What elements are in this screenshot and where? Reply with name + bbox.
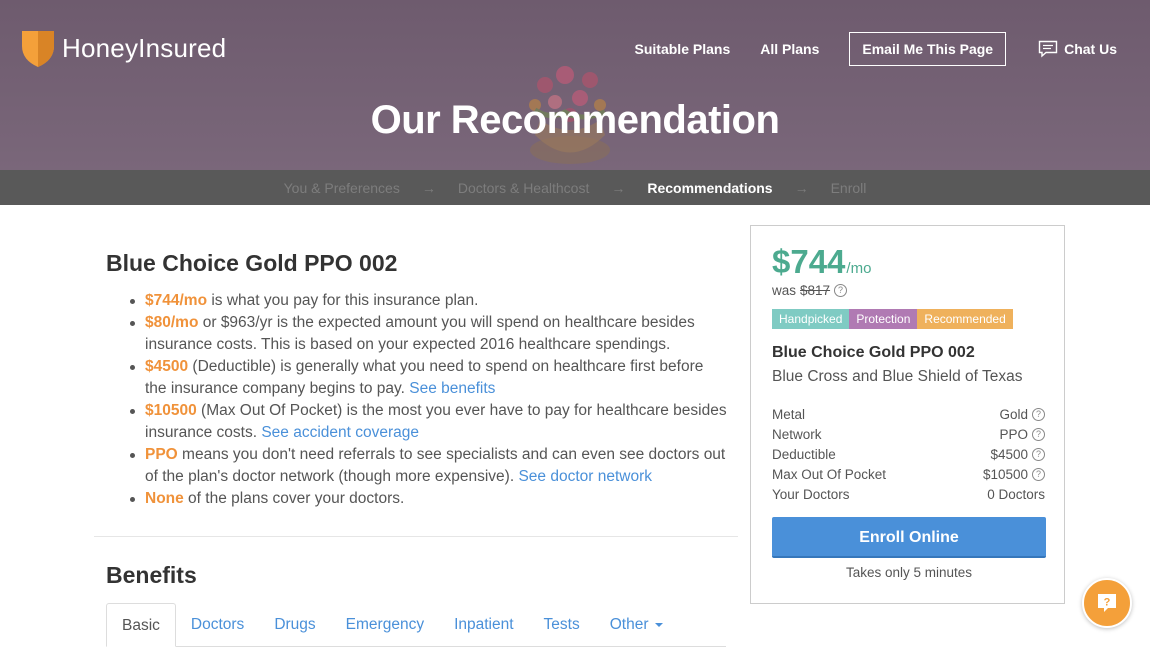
help-icon[interactable]: ? xyxy=(834,284,848,297)
see-doctor-network-link[interactable]: See doctor network xyxy=(518,468,652,485)
list-item: $4500 (Deductible) is generally what you… xyxy=(128,356,728,400)
page-title: Our Recommendation xyxy=(370,98,780,142)
caret-down-icon xyxy=(654,622,663,627)
was-price-value: $817 xyxy=(800,283,831,298)
attr-value-text: PPO xyxy=(999,426,1028,442)
price-amount: $744 xyxy=(772,243,846,280)
nav-all-plans[interactable]: All Plans xyxy=(760,41,819,57)
attr-label: Max Out Of Pocket xyxy=(772,466,887,482)
attr-label: Network xyxy=(772,426,822,442)
was-label: was xyxy=(772,283,797,298)
attr-row-max-oop: Max Out Of Pocket $10500? xyxy=(772,464,1045,484)
attr-value: PPO? xyxy=(999,427,1045,442)
see-benefits-link[interactable]: See benefits xyxy=(409,380,495,397)
benefits-title: Benefits xyxy=(106,562,197,588)
attr-label: Metal xyxy=(772,406,806,422)
email-page-button[interactable]: Email Me This Page xyxy=(849,32,1007,66)
enroll-time-note: Takes only 5 minutes xyxy=(845,565,973,580)
bullet-highlight: $4500 xyxy=(145,358,189,375)
attr-value: 0 Doctors xyxy=(987,487,1045,502)
badge-protection: Protection xyxy=(849,309,918,329)
help-icon[interactable]: ? xyxy=(1032,467,1045,481)
logo[interactable]: HoneyInsured xyxy=(20,28,226,68)
bullet-highlight: $744/mo xyxy=(145,292,208,309)
chat-bubble-icon xyxy=(1038,40,1058,58)
top-nav: Suitable Plans All Plans Email Me This P… xyxy=(635,32,1150,66)
plan-summary-list: $744/mo is what you pay for this insuran… xyxy=(128,290,728,510)
attr-row-network: Network PPO? xyxy=(772,424,1045,444)
bullet-highlight: $10500 xyxy=(145,402,197,419)
step-doctors[interactable]: Doctors & Healthcost xyxy=(458,180,590,196)
nav-suitable-plans[interactable]: Suitable Plans xyxy=(635,41,731,57)
was-price: was $817 ? xyxy=(772,283,848,298)
plan-price-card: $744 /mo was $817 ? Handpicked Protectio… xyxy=(750,225,1065,604)
attr-value-text: 0 Doctors xyxy=(987,486,1045,502)
bullet-text: (Max Out Of Pocket) is the most you ever… xyxy=(145,402,727,441)
list-item: $744/mo is what you pay for this insuran… xyxy=(128,290,728,312)
list-item: PPO means you don't need referrals to se… xyxy=(128,444,728,488)
svg-text:?: ? xyxy=(1104,597,1111,609)
help-icon[interactable]: ? xyxy=(1032,407,1045,421)
chat-label: Chat Us xyxy=(1064,41,1117,57)
tab-other-dropdown[interactable]: Other xyxy=(595,603,678,647)
attr-value: $4500? xyxy=(990,447,1045,462)
step-preferences[interactable]: You & Preferences xyxy=(284,180,400,196)
attr-label: Your Doctors xyxy=(772,486,850,502)
bullet-text: is what you pay for this insurance plan. xyxy=(207,292,479,309)
list-item: $10500 (Max Out Of Pocket) is the most y… xyxy=(128,400,728,444)
price-unit: /mo xyxy=(846,260,872,277)
attr-value-text: $10500 xyxy=(982,466,1028,482)
step-arrow: → xyxy=(421,179,436,196)
card-plan-name: Blue Choice Gold PPO 002 xyxy=(772,344,975,361)
attr-value-text: Gold xyxy=(999,406,1028,422)
tab-other-label: Other xyxy=(609,616,649,633)
step-enroll: Enroll xyxy=(830,179,867,196)
bullet-text: or $963/yr is the expected amount you wi… xyxy=(145,314,695,353)
badge-recommended: Recommended xyxy=(917,309,1013,329)
see-accident-coverage-link[interactable]: See accident coverage xyxy=(261,424,419,441)
plan-badges: Handpicked Protection Recommended xyxy=(772,309,1013,329)
chat-button[interactable]: Chat Us xyxy=(1038,40,1117,58)
card-carrier: Blue Cross and Blue Shield of Texas xyxy=(772,368,1023,385)
attr-value: Gold? xyxy=(999,407,1045,422)
attr-row-deductible: Deductible $4500? xyxy=(772,444,1045,464)
list-item: None of the plans cover your doctors. xyxy=(128,488,728,510)
bullet-highlight: PPO xyxy=(145,446,178,463)
tab-tests[interactable]: Tests xyxy=(529,603,595,647)
bullet-highlight: $80/mo xyxy=(145,314,199,331)
tab-basic[interactable]: Basic xyxy=(106,603,176,647)
attr-row-your-doctors: Your Doctors 0 Doctors xyxy=(772,484,1045,504)
progress-steps: You & Preferences → Doctors & Healthcost… xyxy=(0,170,1150,205)
help-bubble-icon: ? xyxy=(1098,594,1116,612)
benefits-tabs: Basic Doctors Drugs Emergency Inpatient … xyxy=(106,603,726,647)
attr-label: Deductible xyxy=(772,446,836,462)
help-chat-button[interactable]: ? xyxy=(1082,578,1132,628)
bullet-highlight: None xyxy=(145,490,184,507)
tab-drugs[interactable]: Drugs xyxy=(259,603,330,647)
help-icon[interactable]: ? xyxy=(1032,427,1045,441)
attr-row-metal: Metal Gold? xyxy=(772,404,1045,424)
step-arrow: → xyxy=(794,179,809,196)
attr-value: $10500? xyxy=(983,467,1045,482)
price: $744 /mo xyxy=(772,243,871,281)
step-recommendations: Recommendations xyxy=(647,179,773,196)
list-item: $80/mo or $963/yr is the expected amount… xyxy=(128,312,728,356)
tab-doctors[interactable]: Doctors xyxy=(176,603,259,647)
bullet-text: of the plans cover your doctors. xyxy=(183,490,405,507)
tab-inpatient[interactable]: Inpatient xyxy=(439,603,528,647)
tab-emergency[interactable]: Emergency xyxy=(331,603,439,647)
enroll-online-button[interactable]: Enroll Online xyxy=(772,517,1046,558)
logo-text: HoneyInsured xyxy=(62,32,227,63)
section-divider xyxy=(94,536,738,537)
shield-logo-icon xyxy=(22,31,54,67)
plan-title: Blue Choice Gold PPO 002 xyxy=(106,250,398,276)
step-arrow: → xyxy=(611,179,626,196)
hero-banner: HoneyInsured Suitable Plans All Plans Em… xyxy=(0,0,1150,170)
help-icon[interactable]: ? xyxy=(1032,447,1045,461)
badge-handpicked: Handpicked xyxy=(772,309,850,329)
plan-attributes: Metal Gold? Network PPO? Deductible $450… xyxy=(772,404,1045,504)
attr-value-text: $4500 xyxy=(990,446,1028,462)
